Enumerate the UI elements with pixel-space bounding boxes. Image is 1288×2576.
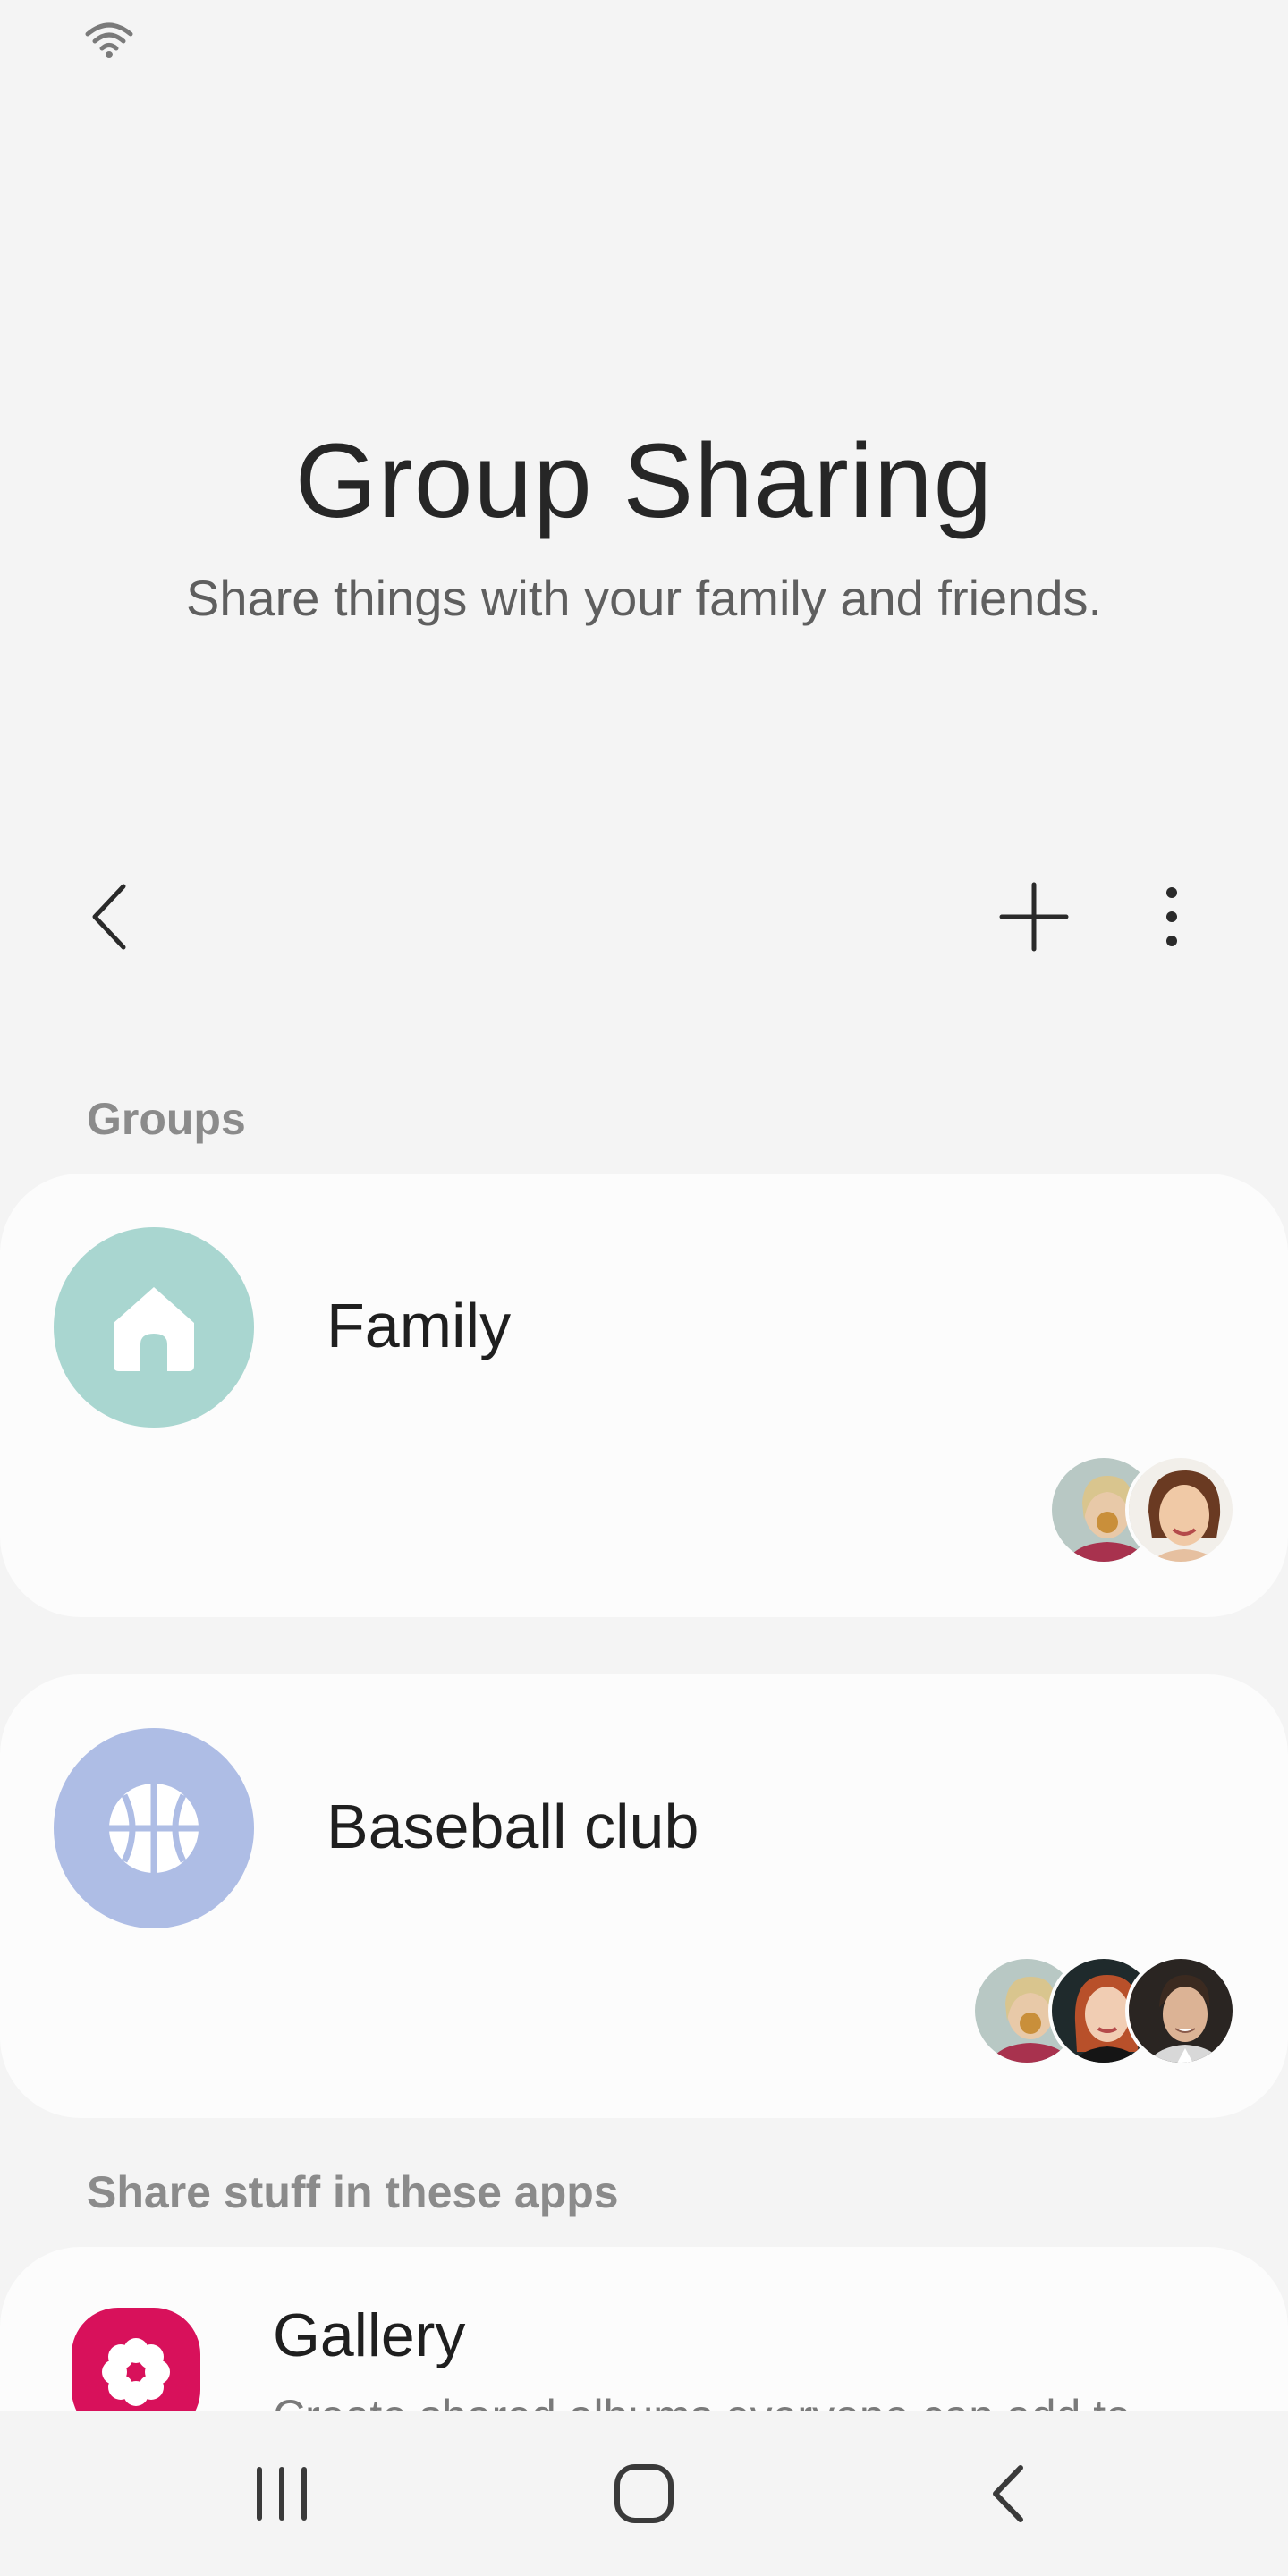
group-card-family[interactable]: Family [0, 1174, 1288, 1617]
app-name: Gallery [273, 2301, 466, 2369]
group-name: Family [326, 1291, 512, 1360]
home-button[interactable] [572, 2438, 716, 2549]
group-avatar-baseball-club [54, 1728, 254, 1928]
recents-button[interactable] [210, 2438, 353, 2549]
basketball-icon [109, 1784, 199, 1873]
gallery-app-icon [72, 2308, 200, 2411]
more-options-button[interactable] [1118, 859, 1225, 975]
nav-back-button[interactable] [937, 2438, 1080, 2549]
status-bar [0, 0, 1288, 80]
more-vertical-icon [1166, 887, 1177, 946]
groups-section-label: Groups [87, 1094, 246, 1144]
flower-icon [102, 2338, 170, 2406]
member-avatars [1048, 1454, 1236, 1565]
system-navigation-bar [0, 2411, 1288, 2576]
home-icon [114, 1287, 194, 1371]
add-button[interactable] [980, 859, 1088, 975]
apps-section-label: Share stuff in these apps [87, 2167, 619, 2217]
page-subtitle: Share things with your family and friend… [185, 570, 1103, 626]
home-button-icon [614, 2464, 674, 2523]
app-description: Create shared albums everyone can add to… [273, 2390, 1143, 2411]
group-card-baseball-club[interactable]: Baseball club [0, 1674, 1288, 2118]
member-avatars [971, 1955, 1236, 2066]
back-button[interactable] [57, 859, 165, 975]
app-card-gallery[interactable]: Gallery Create shared albums everyone ca… [0, 2247, 1288, 2411]
group-name: Baseball club [326, 1792, 699, 1861]
back-icon [993, 2465, 1023, 2522]
chevron-left-icon [92, 884, 126, 950]
avatar [1125, 1955, 1236, 2066]
page-title: Group Sharing [294, 422, 994, 540]
recents-icon [257, 2467, 307, 2521]
toolbar [0, 859, 1288, 975]
group-sharing-screen: Group Sharing Share things with your fam… [0, 0, 1288, 2576]
group-avatar-family [54, 1227, 254, 1428]
plus-icon [999, 882, 1069, 952]
avatar [1125, 1454, 1236, 1565]
wifi-icon [85, 22, 133, 58]
